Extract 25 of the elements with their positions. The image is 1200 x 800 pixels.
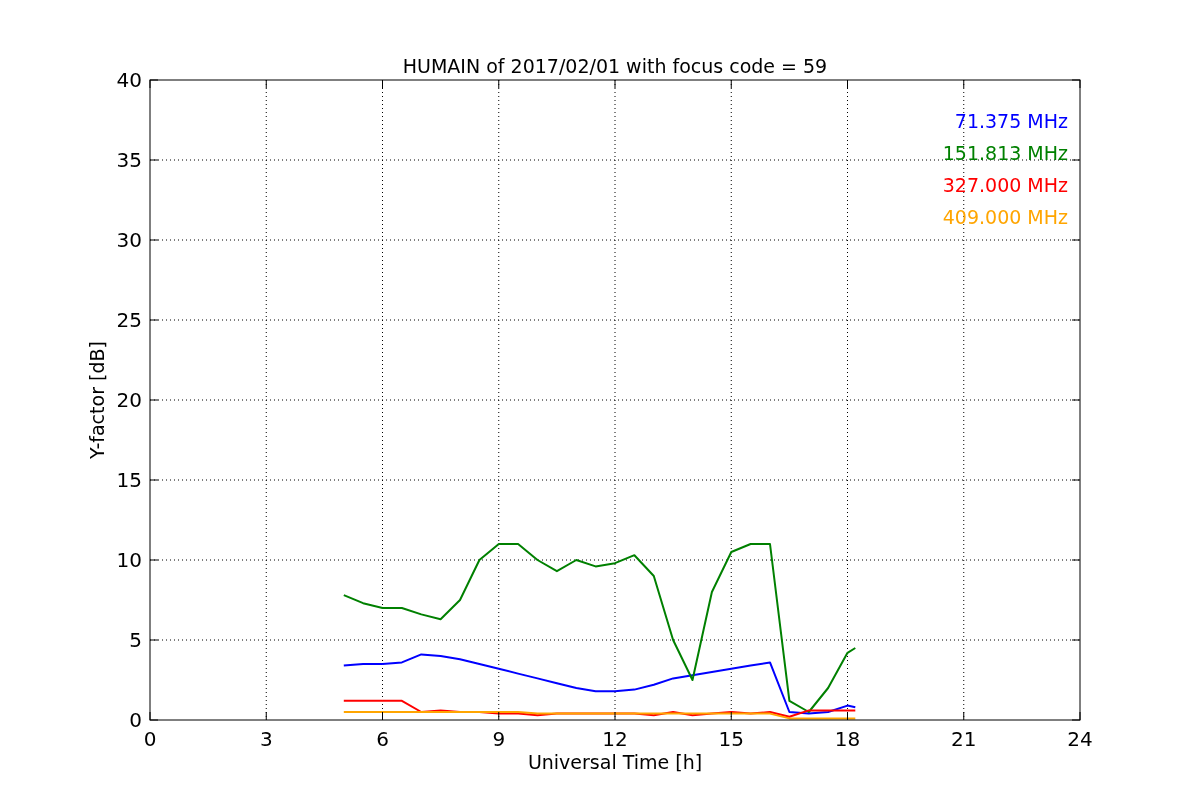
legend-label: 71.375 MHz — [954, 110, 1068, 132]
tick-label: 40 — [116, 68, 142, 92]
legend-label: 409.000 MHz — [942, 206, 1068, 228]
tick-label: 30 — [116, 228, 142, 252]
tick-label: 3 — [259, 727, 273, 751]
tick-label: 9 — [492, 727, 506, 751]
tick-label: 21 — [951, 727, 977, 751]
axis-label: Universal Time [h] — [527, 751, 703, 773]
tick-label: 10 — [116, 548, 142, 572]
tick-label: 15 — [718, 727, 744, 751]
legend-label: 151.813 MHz — [942, 142, 1068, 164]
axis-label: Y-factor [dB] — [86, 341, 108, 459]
tick-label: 20 — [116, 388, 142, 412]
tick-label: 12 — [602, 727, 628, 751]
tick-label: 5 — [129, 628, 142, 652]
tick-label: 25 — [116, 308, 142, 332]
tick-label: 0 — [143, 727, 157, 751]
tick-label: 15 — [116, 468, 142, 492]
tick-label: 6 — [376, 727, 389, 751]
legend-label: 327.000 MHz — [942, 174, 1068, 196]
tick-label: 0 — [129, 708, 142, 732]
chart-title: HUMAIN of 2017/02/01 with focus code = 59 — [402, 55, 828, 77]
tick-label: 18 — [834, 727, 861, 751]
tick-label: 24 — [1067, 727, 1093, 751]
tick-label: 35 — [116, 148, 142, 172]
